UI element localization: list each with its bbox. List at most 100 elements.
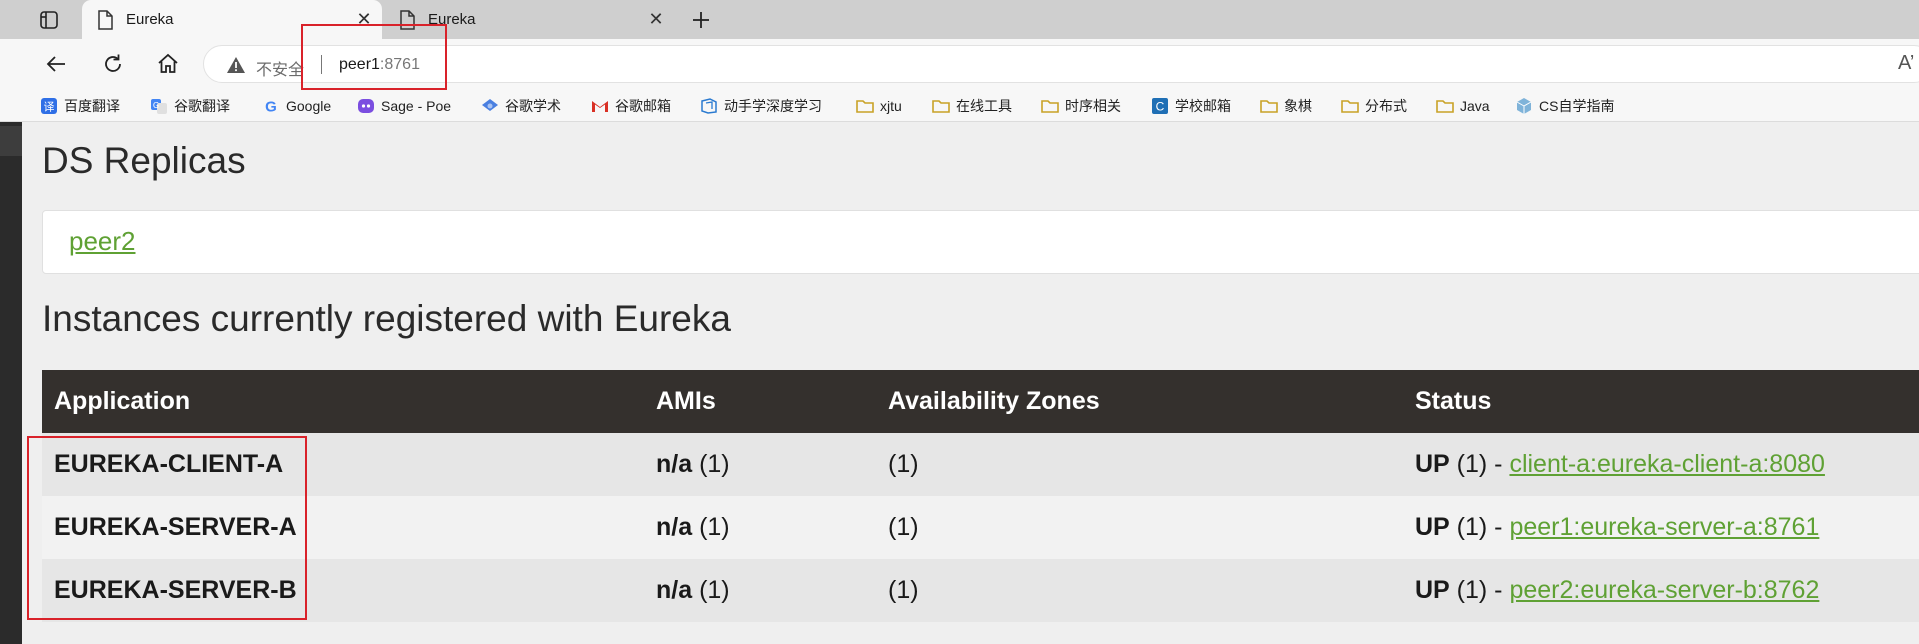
google-translate-icon: G — [150, 97, 168, 115]
bookmark-item[interactable]: Java — [1436, 95, 1490, 117]
folder-icon — [1260, 97, 1278, 115]
school-mail-icon: C — [1151, 97, 1169, 115]
tab-strip: Eureka ✕ Eureka ✕ — [0, 0, 1919, 39]
zones-cell: (1) — [876, 496, 1403, 559]
status-count: (1) - — [1449, 513, 1510, 541]
bookmark-item[interactable]: 象棋 — [1260, 95, 1312, 117]
status-up: UP — [1415, 576, 1450, 604]
bookmark-item[interactable]: Sage - Poe — [357, 95, 451, 117]
replica-link-peer2[interactable]: peer2 — [69, 226, 136, 257]
gmail-icon — [591, 97, 609, 115]
instances-table: Application AMIs Availability Zones Stat… — [42, 370, 1919, 622]
instance-link[interactable]: peer1:eureka-server-a:8761 — [1509, 513, 1819, 541]
table-header-row: Application AMIs Availability Zones Stat… — [42, 370, 1919, 433]
svg-text:译: 译 — [44, 101, 55, 114]
ami-count: (1) — [692, 576, 730, 604]
table-row: EUREKA-CLIENT-A n/a (1) (1) UP (1) - cli… — [42, 433, 1919, 496]
home-icon[interactable] — [153, 49, 183, 79]
bookmark-item[interactable]: 译 百度翻译 — [40, 95, 120, 117]
instances-heading: Instances currently registered with Eure… — [42, 298, 731, 339]
svg-text:G: G — [153, 101, 159, 110]
google-icon: G — [262, 97, 280, 116]
side-panel-handle[interactable] — [0, 126, 22, 156]
bookmark-item[interactable]: CS自学指南 — [1515, 95, 1614, 117]
bookmark-label: Sage - Poe — [381, 98, 452, 114]
new-tab-plus-icon[interactable] — [688, 7, 714, 33]
d2l-icon — [700, 97, 718, 115]
bookmark-label: xjtu — [880, 98, 902, 114]
folder-icon — [932, 97, 950, 115]
ami-cell: n/a (1) — [644, 433, 876, 496]
back-arrow-icon[interactable] — [41, 49, 71, 79]
bookmark-label: 分布式 — [1365, 98, 1407, 114]
status-up: UP — [1415, 450, 1450, 478]
bookmark-label: Java — [1460, 98, 1490, 114]
tab-actions-icon[interactable] — [38, 9, 60, 31]
status-up: UP — [1415, 513, 1450, 541]
svg-text:C: C — [1156, 100, 1165, 114]
bookmark-item[interactable]: 在线工具 — [932, 95, 1012, 117]
url-highlight-box — [301, 24, 447, 90]
bookmark-label: 谷歌学术 — [505, 98, 561, 114]
folder-icon — [1341, 97, 1359, 115]
reload-icon[interactable] — [98, 49, 128, 79]
zones-cell: (1) — [876, 559, 1403, 622]
bookmark-label: 时序相关 — [1065, 98, 1121, 114]
bookmark-item[interactable]: 时序相关 — [1041, 95, 1121, 117]
column-header-availability-zones: Availability Zones — [876, 370, 1403, 433]
bookmark-item[interactable]: G 谷歌翻译 — [150, 95, 230, 117]
bookmark-item[interactable]: 动手学深度学习 — [700, 95, 822, 117]
poe-icon — [357, 97, 375, 115]
ami-count: (1) — [692, 450, 730, 478]
bookmark-item[interactable]: xjtu — [856, 95, 902, 117]
bookmark-label: Google — [286, 98, 332, 114]
ds-replicas-heading: DS Replicas — [42, 140, 246, 181]
ami-value: n/a — [656, 450, 693, 478]
bookmark-item[interactable]: 分布式 — [1341, 95, 1407, 117]
bookmark-item[interactable]: G Google — [262, 95, 331, 117]
svg-text:G: G — [265, 99, 277, 116]
bookmarks-bar: 译 百度翻译 G 谷歌翻译 G Google Sage - Poe 谷歌学术 谷… — [0, 88, 1919, 122]
bookmark-item[interactable]: 谷歌邮箱 — [591, 95, 671, 117]
status-cell: UP (1) - client-a:eureka-client-a:8080 — [1403, 433, 1919, 496]
address-bar[interactable]: 不安全 peer1:8761 — [203, 45, 1919, 83]
table-row: EUREKA-SERVER-B n/a (1) (1) UP (1) - pee… — [42, 559, 1919, 622]
bookmark-label: 谷歌邮箱 — [615, 98, 671, 114]
instance-link[interactable]: client-a:eureka-client-a:8080 — [1509, 450, 1824, 478]
bookmark-label: 谷歌翻译 — [174, 98, 230, 114]
bookmark-item[interactable]: 谷歌学术 — [481, 95, 561, 117]
replicas-panel: peer2 — [42, 210, 1919, 274]
column-header-application: Application — [42, 370, 644, 433]
warning-icon[interactable] — [226, 55, 246, 75]
bookmark-label: 学校邮箱 — [1175, 98, 1231, 114]
ami-value: n/a — [656, 576, 693, 604]
bookmark-label: 动手学深度学习 — [724, 98, 822, 114]
status-count: (1) - — [1449, 576, 1510, 604]
folder-icon — [1041, 97, 1059, 115]
table-row: EUREKA-SERVER-A n/a (1) (1) UP (1) - pee… — [42, 496, 1919, 559]
folder-icon — [856, 97, 874, 115]
folder-icon — [1436, 97, 1454, 115]
bookmark-label: CS自学指南 — [1539, 98, 1615, 114]
close-tab-icon[interactable]: ✕ — [644, 8, 668, 32]
status-count: (1) - — [1449, 450, 1510, 478]
not-secure-label[interactable]: 不安全 — [256, 56, 304, 80]
scholar-icon — [481, 97, 499, 115]
cube-icon — [1515, 97, 1533, 115]
side-panel-strip — [0, 122, 22, 644]
instance-link[interactable]: peer2:eureka-server-b:8762 — [1509, 576, 1819, 604]
bookmark-label: 百度翻译 — [64, 98, 120, 114]
page-icon — [96, 9, 114, 30]
ami-count: (1) — [692, 513, 730, 541]
bookmark-label: 在线工具 — [956, 98, 1012, 114]
bookmark-label: 象棋 — [1284, 98, 1312, 114]
browser-toolbar: 不安全 peer1:8761 — [0, 39, 1919, 88]
column-header-status: Status — [1403, 370, 1919, 433]
applications-highlight-box — [27, 436, 307, 620]
zones-cell: (1) — [876, 433, 1403, 496]
bookmark-item[interactable]: C 学校邮箱 — [1151, 95, 1231, 117]
ami-cell: n/a (1) — [644, 496, 876, 559]
read-aloud-icon[interactable]: A’ — [1898, 52, 1914, 75]
baidu-translate-icon: 译 — [40, 97, 58, 115]
tab-title: Eureka — [428, 11, 476, 28]
